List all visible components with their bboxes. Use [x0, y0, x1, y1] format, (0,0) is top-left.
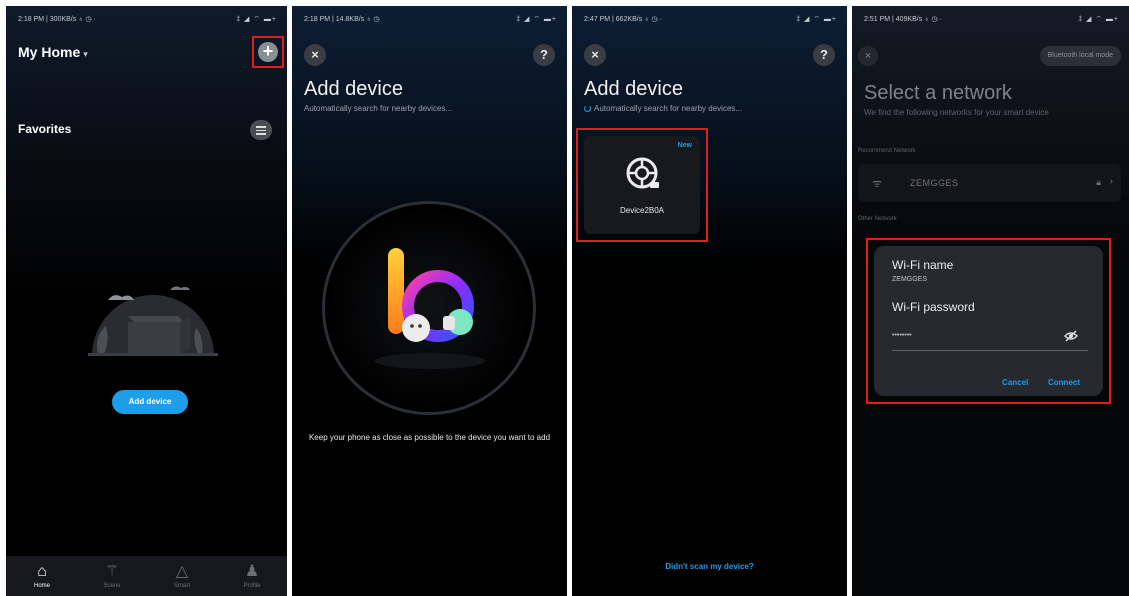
- wifi-name-field[interactable]: ZEMGGES: [892, 276, 927, 283]
- status-icons: ‡ ◢ ⌔ ▬+: [516, 16, 557, 23]
- help-icon[interactable]: ?: [533, 44, 555, 66]
- eye-off-icon[interactable]: [1064, 330, 1078, 342]
- page-title: Add device: [304, 78, 403, 100]
- select-network-screen: 2:51 PM | 409KB/s ♁ ◷ · ‡ ◢ ⌔ ▬+ × Bluet…: [852, 6, 1129, 596]
- robot-vacuum-icon: [626, 157, 659, 189]
- home-selector[interactable]: My Home ▾: [18, 44, 88, 60]
- page-title: Select a network: [864, 82, 1012, 104]
- nav-smart[interactable]: △ Smart: [162, 562, 202, 589]
- status-icons: ‡ ◢ ⌔ ▬+: [1078, 16, 1119, 23]
- status-icons: ‡ ◢ ⌔ ▬+: [796, 16, 837, 23]
- page-subtitle: Automatically search for nearby devices.…: [304, 104, 453, 113]
- nav-home[interactable]: ⌂ Home: [22, 562, 62, 589]
- nav-label: Smart: [173, 583, 190, 589]
- other-network-label: Other Network: [858, 216, 897, 222]
- nav-label: Home: [33, 583, 50, 589]
- status-time: 2:18 PM | 300KB/s ♁ ◷ ·: [18, 16, 96, 23]
- network-row[interactable]: ᯤ ZEMGGES 🔒︎ ›: [858, 164, 1121, 202]
- profile-icon: ♟: [244, 563, 260, 580]
- empty-box-illustration: [88, 286, 218, 356]
- page-subtitle: We find the following networks for your …: [864, 108, 1049, 117]
- smart-devices-illustration: [375, 248, 485, 369]
- wifi-credentials-dialog: Wi-Fi name ZEMGGES Wi-Fi password ••••••…: [874, 246, 1103, 396]
- status-bar: 2:47 PM | 662KB/s ♁ ◷ · ‡ ◢ ⌔ ▬+: [572, 6, 847, 30]
- caret-down-icon: ▾: [83, 49, 88, 59]
- status-bar: 2:51 PM | 409KB/s ♁ ◷ · ‡ ◢ ⌔ ▬+: [852, 6, 1129, 30]
- device-name: Device2B0A: [619, 206, 665, 215]
- close-icon[interactable]: ×: [584, 44, 606, 66]
- new-badge: New: [677, 142, 692, 149]
- bottom-nav: ⌂ Home ⚚ Scene △ Smart ♟ Profile: [6, 556, 287, 596]
- help-icon[interactable]: ?: [813, 44, 835, 66]
- favorites-label: Favorites: [18, 122, 72, 136]
- cancel-button[interactable]: Cancel: [1002, 378, 1028, 387]
- status-time: 2:51 PM | 409KB/s ♁ ◷ ·: [864, 16, 942, 23]
- wifi-password-label: Wi-Fi password: [892, 300, 975, 314]
- chevron-right-icon: ›: [1109, 176, 1113, 187]
- nav-profile[interactable]: ♟ Profile: [232, 562, 272, 589]
- hint-text: Keep your phone as close as possible to …: [308, 433, 551, 442]
- wifi-name-label: Wi-Fi name: [892, 258, 954, 272]
- connect-button[interactable]: Connect: [1048, 378, 1080, 387]
- nav-label: Scene: [103, 583, 121, 589]
- wifi-icon: ᯤ: [872, 178, 883, 190]
- nav-scene[interactable]: ⚚ Scene: [92, 562, 132, 589]
- nav-label: Profile: [243, 583, 261, 589]
- add-device-found-screen: 2:47 PM | 662KB/s ♁ ◷ · ‡ ◢ ⌔ ▬+ × ? Add…: [572, 6, 847, 596]
- home-screen: 2:18 PM | 300KB/s ♁ ◷ · ‡ ◢ ⌔ ▬+ My Home…: [6, 6, 287, 596]
- smart-icon: △: [175, 563, 189, 580]
- status-time: 2:47 PM | 662KB/s ♁ ◷ ·: [584, 16, 662, 23]
- wifi-dialog-highlight: Wi-Fi name ZEMGGES Wi-Fi password ••••••…: [866, 238, 1111, 404]
- page-title: Add device: [584, 78, 683, 100]
- wifi-password-field[interactable]: ••••••••: [892, 332, 912, 339]
- status-icons: ‡ ◢ ⌔ ▬+: [236, 16, 277, 23]
- lock-icon: 🔒︎: [1096, 177, 1101, 187]
- recommended-network-label: Recommend Network: [858, 148, 916, 154]
- device-card[interactable]: New Device2B0A: [584, 136, 700, 234]
- status-bar: 2:18 PM | 300KB/s ♁ ◷ · ‡ ◢ ⌔ ▬+: [6, 6, 287, 30]
- loading-spinner-icon: [584, 105, 591, 112]
- close-icon[interactable]: ×: [858, 46, 878, 66]
- plus-icon[interactable]: +: [258, 42, 278, 62]
- add-device-search-screen: 2:18 PM | 14.8KB/s ♁ ◷ ‡ ◢ ⌔ ▬+ × ? Add …: [292, 6, 567, 596]
- didnt-scan-link[interactable]: Didn't scan my device?: [572, 562, 847, 571]
- menu-icon[interactable]: [250, 120, 272, 140]
- status-time: 2:18 PM | 14.8KB/s ♁ ◷: [304, 16, 380, 23]
- bluetooth-local-mode-button[interactable]: Bluetooth local mode: [1039, 46, 1121, 66]
- home-title: My Home: [18, 44, 81, 60]
- password-underline: [892, 350, 1088, 351]
- home-icon: ⌂: [37, 563, 47, 580]
- close-icon[interactable]: ×: [304, 44, 326, 66]
- wand-icon: ⚚: [104, 563, 120, 580]
- add-button-highlight: +: [252, 36, 284, 68]
- status-bar: 2:18 PM | 14.8KB/s ♁ ◷ ‡ ◢ ⌔ ▬+: [292, 6, 567, 30]
- add-device-button[interactable]: Add device: [112, 390, 188, 414]
- page-subtitle: Automatically search for nearby devices.…: [584, 104, 742, 113]
- network-ssid: ZEMGGES: [910, 178, 959, 188]
- subtitle-text: Automatically search for nearby devices.…: [594, 104, 743, 113]
- device-highlight: New Device2B0A: [576, 128, 708, 242]
